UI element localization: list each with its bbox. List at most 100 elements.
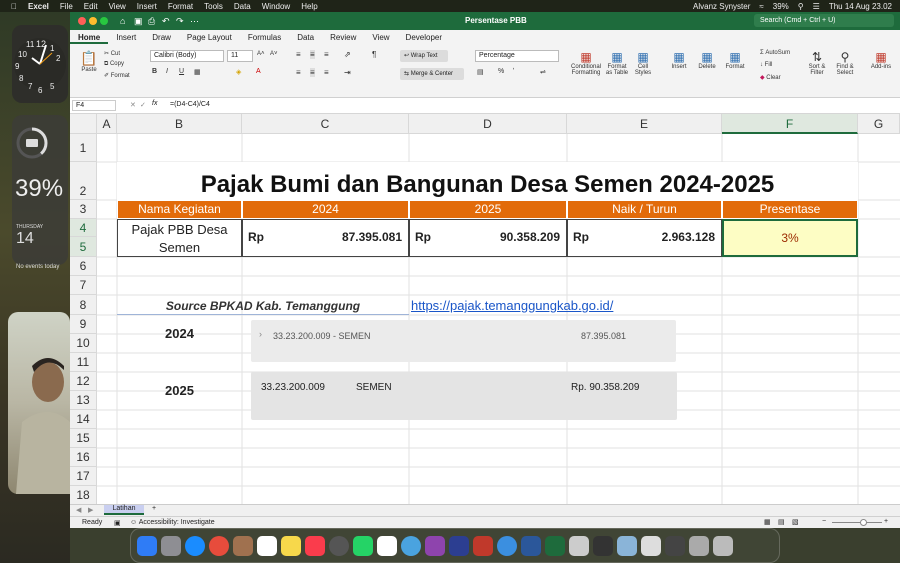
sheet-title[interactable]: Pajak Bumi dan Bangunan Desa Semen 2024-… <box>117 162 858 200</box>
control-center-icon[interactable]: ☰ <box>813 2 820 11</box>
finder-icon[interactable] <box>137 535 157 556</box>
add-sheet-icon[interactable]: + <box>152 505 156 512</box>
row-header-3[interactable]: 3 <box>70 200 97 219</box>
font-size-select[interactable]: 11 <box>227 50 253 62</box>
shrink-font-icon[interactable]: A˅ <box>270 51 278 57</box>
confirm-formula-icon[interactable]: ✓ <box>140 101 146 109</box>
cell-2025[interactable]: Rp 90.358.209 <box>409 219 567 257</box>
trash-icon[interactable] <box>713 535 733 556</box>
font-color-icon[interactable]: A <box>256 68 261 75</box>
paragraph-icon[interactable]: ¶ <box>372 50 376 59</box>
zoom-slider[interactable] <box>832 522 882 523</box>
cell-2024[interactable]: Rp 87.395.081 <box>242 219 409 257</box>
cell-presentase-selected[interactable]: 3% <box>722 219 858 257</box>
align-center-icon[interactable]: ≡ <box>310 68 315 77</box>
row-header-8[interactable]: 8 <box>70 295 97 315</box>
row-header-12[interactable]: 12 <box>70 372 97 391</box>
calendar-icon[interactable] <box>377 535 397 556</box>
formula-input[interactable]: =(D4-C4)/C4 <box>170 101 210 108</box>
align-left-icon[interactable]: ≡ <box>296 68 301 77</box>
tab-view[interactable]: View <box>364 30 397 44</box>
menu-format[interactable]: Format <box>168 2 193 11</box>
insert-cells-button[interactable]: ▦ Insert <box>668 50 690 70</box>
format-as-table-button[interactable]: ▦ Format as Table <box>604 50 630 76</box>
minimize-window-button[interactable] <box>89 17 97 25</box>
row-header-16[interactable]: 16 <box>70 448 97 467</box>
header-naik-turun[interactable]: Naik / Turun <box>567 200 722 219</box>
italic-button[interactable]: I <box>166 68 168 75</box>
row-header-18[interactable]: 18 <box>70 486 97 504</box>
search-input[interactable]: Search (Cmd + Ctrl + U) <box>754 14 894 27</box>
whatsapp-icon[interactable] <box>353 535 373 556</box>
merge-center-button[interactable]: ⇆ Merge & Center <box>400 68 464 80</box>
zoom-in-icon[interactable]: + <box>884 518 888 525</box>
tab-insert[interactable]: Insert <box>108 30 144 44</box>
pasted-image-2024[interactable]: › 33.23.200.009 - SEMEN 87.395.081 <box>251 320 676 362</box>
cell-nama-kegiatan[interactable]: Pajak PBB Desa Semen <box>117 219 242 257</box>
label-2024[interactable]: 2024 <box>117 315 242 353</box>
function-icon[interactable]: fx <box>152 100 157 107</box>
reminders-icon[interactable] <box>257 535 277 556</box>
prev-sheet-icon[interactable]: ◀ <box>76 506 81 514</box>
row-header-4[interactable]: 4 <box>70 219 97 237</box>
spreadsheet-grid[interactable]: A B C D E F G 1 2 3 4 5 6 7 8 9 10 11 12… <box>70 114 900 504</box>
row-header-7[interactable]: 7 <box>70 276 97 295</box>
redo-icon[interactable]: ↷ <box>176 16 184 27</box>
label-2025[interactable]: 2025 <box>117 372 242 410</box>
find-select-button[interactable]: ⚲ Find & Select <box>834 50 856 76</box>
teams-icon[interactable] <box>425 535 445 556</box>
network-icon[interactable] <box>497 535 517 556</box>
maps-icon[interactable] <box>401 535 421 556</box>
delete-cells-button[interactable]: ▦ Delete <box>696 50 718 70</box>
source-link[interactable]: https://pajak.temanggungkab.go.id/ <box>411 295 721 315</box>
column-header-b[interactable]: B <box>117 114 242 134</box>
name-box[interactable]: F4 <box>72 100 116 111</box>
align-bottom-icon[interactable]: ≡ <box>324 50 329 59</box>
row-header-1[interactable]: 1 <box>70 134 97 162</box>
document-thumb-icon[interactable] <box>641 535 661 556</box>
fill-color-icon[interactable]: ◈ <box>236 68 241 76</box>
column-header-g[interactable]: G <box>858 114 900 134</box>
print-icon[interactable]: ⎙ <box>148 16 155 27</box>
undo-icon[interactable]: ↶ <box>162 16 170 27</box>
normal-view-icon[interactable]: ▦ <box>764 518 771 526</box>
accessibility-status[interactable]: ☺ Accessibility: Investigate <box>130 519 215 526</box>
comma-style-icon[interactable]: ʹ <box>513 68 514 75</box>
header-presentase[interactable]: Presentase <box>722 200 858 219</box>
cell-styles-button[interactable]: ▦ Cell Styles <box>632 50 654 76</box>
borders-icon[interactable]: ▦ <box>194 68 201 76</box>
terminal-thumb-icon[interactable] <box>593 535 613 556</box>
copy-button[interactable]: ⧉ Copy <box>104 61 124 68</box>
save-icon[interactable]: ▣ <box>134 16 143 27</box>
maximize-window-button[interactable] <box>100 17 108 25</box>
menu-tools[interactable]: Tools <box>204 2 223 11</box>
align-middle-icon[interactable]: ≡ <box>310 50 315 59</box>
search-icon[interactable]: ⚲ <box>798 2 804 11</box>
row-header-11[interactable]: 11 <box>70 353 97 372</box>
tab-page-layout[interactable]: Page Layout <box>179 30 240 44</box>
tab-home[interactable]: Home <box>70 30 109 44</box>
home-icon[interactable]: ⌂ <box>120 16 125 26</box>
menu-file[interactable]: File <box>60 2 73 11</box>
addins-button[interactable]: ▦ Add-ins <box>870 50 892 70</box>
sort-filter-button[interactable]: ⇅ Sort & Filter <box>806 50 828 76</box>
column-header-e[interactable]: E <box>567 114 722 134</box>
access-icon[interactable] <box>473 535 493 556</box>
autosum-button[interactable]: Σ AutoSum <box>760 50 790 56</box>
notes-icon[interactable] <box>281 535 301 556</box>
clear-button[interactable]: ◆ Clear <box>760 74 781 81</box>
next-sheet-icon[interactable]: ▶ <box>88 506 93 514</box>
row-header-6[interactable]: 6 <box>70 257 97 276</box>
underline-button[interactable]: U <box>179 68 184 75</box>
tab-draw[interactable]: Draw <box>144 30 179 44</box>
cancel-formula-icon[interactable]: ✕ <box>130 101 136 109</box>
percent-style-icon[interactable]: % <box>498 68 504 75</box>
excel-icon[interactable] <box>545 535 565 556</box>
safari-icon[interactable] <box>185 535 205 556</box>
menu-edit[interactable]: Edit <box>84 2 98 11</box>
currency-format-icon[interactable]: ▤ <box>477 68 484 76</box>
orientation-icon[interactable]: ⇗ <box>344 50 351 59</box>
conditional-formatting-button[interactable]: ▦ Conditional Formatting <box>570 50 602 76</box>
header-2025[interactable]: 2025 <box>409 200 567 219</box>
menu-app-name[interactable]: Excel <box>28 2 49 11</box>
